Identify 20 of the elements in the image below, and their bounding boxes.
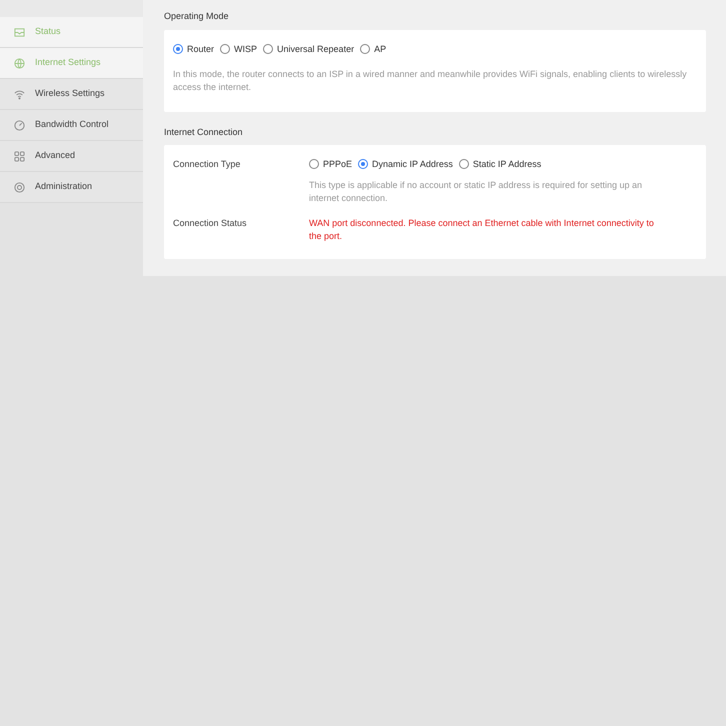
radio-option[interactable]: Dynamic IP Address (358, 158, 453, 171)
section-title: Internet Connection (164, 126, 244, 139)
radio-option[interactable]: WISP (220, 42, 258, 56)
grid-icon (14, 150, 25, 162)
field-label: Connection Type (173, 158, 242, 171)
radio-option[interactable]: Universal Repeater (263, 42, 354, 56)
type-description: This type is applicable if no account or static IP address is required for setting up an internet connection. (309, 179, 644, 205)
field-label: Connection Status (173, 217, 248, 230)
radio-option[interactable]: AP (360, 42, 386, 56)
wifi-icon (14, 88, 25, 100)
section-title: Operating Mode (164, 10, 230, 23)
radio-option[interactable]: Router (173, 42, 214, 56)
gear-icon (14, 182, 25, 192)
radio-option[interactable]: PPPoE (309, 158, 352, 171)
mode-description: In this mode, the router connects to an ISP in a wired manner and meanwhile provides WiFi signals, enabling clients to wirelessly access the internet. (173, 68, 688, 94)
globe-icon (14, 58, 25, 68)
radio-option[interactable]: Static IP Address (458, 158, 542, 171)
status-message: WAN port disconnected. Please connect an Ethernet cable with Internet connectivity to the port. (309, 217, 654, 243)
mail-icon (14, 26, 25, 38)
gauge-icon (14, 120, 25, 130)
